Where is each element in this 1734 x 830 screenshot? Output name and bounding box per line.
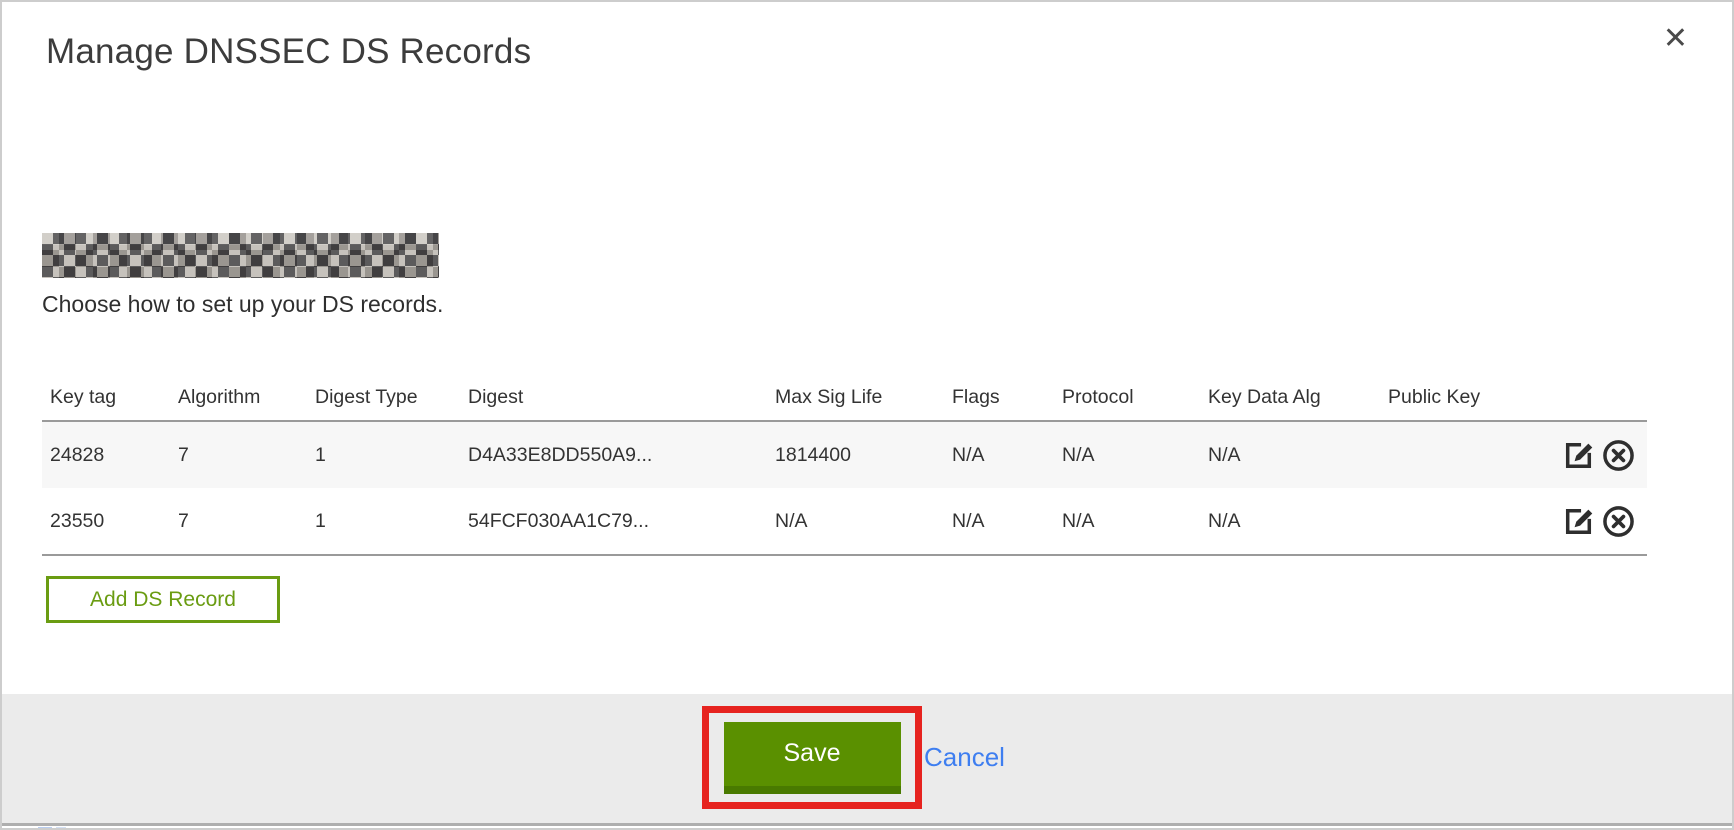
delete-icon[interactable]	[1600, 437, 1637, 474]
cell-digest-type: 1	[307, 510, 460, 533]
add-ds-record-button[interactable]: Add DS Record	[46, 576, 280, 623]
page-title: Manage DNSSEC DS Records	[46, 32, 531, 72]
cell-algorithm: 7	[170, 444, 307, 467]
cancel-link[interactable]: Cancel	[924, 742, 1005, 773]
row-actions	[1537, 437, 1647, 474]
cell-key-tag: 24828	[42, 444, 170, 467]
header-protocol: Protocol	[1054, 386, 1200, 409]
table-header: Key tag Algorithm Digest Type Digest Max…	[42, 374, 1647, 420]
cell-flags: N/A	[944, 444, 1054, 467]
edit-icon[interactable]	[1560, 437, 1597, 474]
cell-key-data-alg: N/A	[1200, 510, 1380, 533]
cell-max-sig-life: N/A	[767, 510, 944, 533]
header-algorithm: Algorithm	[170, 386, 307, 409]
header-key-data-alg: Key Data Alg	[1200, 386, 1380, 409]
header-public-key: Public Key	[1380, 386, 1537, 409]
redacted-domain-name	[42, 233, 439, 278]
cell-algorithm: 7	[170, 510, 307, 533]
cell-digest-type: 1	[307, 444, 460, 467]
annotation-highlight: Save	[702, 706, 922, 809]
header-key-tag: Key tag	[42, 386, 170, 409]
dnssec-modal: Manage DNSSEC DS Records ✕ Choose how to…	[0, 0, 1734, 830]
header-max-sig-life: Max Sig Life	[767, 386, 944, 409]
cell-protocol: N/A	[1054, 444, 1200, 467]
cell-key-data-alg: N/A	[1200, 444, 1380, 467]
header-digest: Digest	[460, 386, 767, 409]
row-actions	[1537, 503, 1647, 540]
cell-flags: N/A	[944, 510, 1054, 533]
cell-protocol: N/A	[1054, 510, 1200, 533]
header-flags: Flags	[944, 386, 1054, 409]
table-row: 23550 7 1 54FCF030AA1C79... N/A N/A N/A …	[42, 488, 1647, 554]
table-body: 24828 7 1 D4A33E8DD550A9... 1814400 N/A …	[42, 420, 1647, 556]
ds-records-table: Key tag Algorithm Digest Type Digest Max…	[42, 374, 1647, 556]
modal-footer: Save Cancel	[2, 694, 1732, 826]
edit-icon[interactable]	[1560, 503, 1597, 540]
save-button[interactable]: Save	[724, 722, 901, 794]
close-icon[interactable]: ✕	[1663, 24, 1688, 54]
cell-max-sig-life: 1814400	[767, 444, 944, 467]
delete-icon[interactable]	[1600, 503, 1637, 540]
cell-key-tag: 23550	[42, 510, 170, 533]
cell-digest: 54FCF030AA1C79...	[460, 510, 767, 533]
header-digest-type: Digest Type	[307, 386, 460, 409]
instruction-text: Choose how to set up your DS records.	[42, 291, 443, 318]
cell-digest: D4A33E8DD550A9...	[460, 444, 767, 467]
table-row: 24828 7 1 D4A33E8DD550A9... 1814400 N/A …	[42, 422, 1647, 488]
